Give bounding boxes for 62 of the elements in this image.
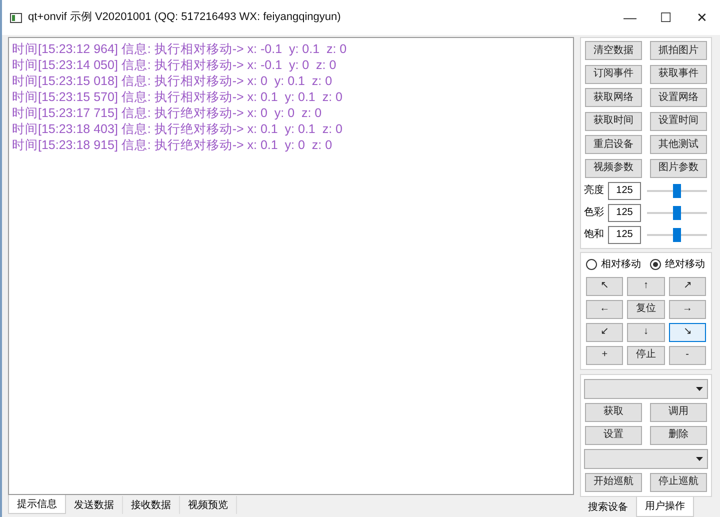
log-line: 时间[15:23:15 570] 信息: 执行相对移动-> x: 0.1 y: 0.1 z: 0 bbox=[12, 89, 344, 105]
action-button[interactable]: 重启设备 bbox=[585, 135, 642, 154]
ptz-button[interactable]: ↙ bbox=[586, 322, 624, 342]
action-button[interactable]: 停止巡航 bbox=[650, 472, 707, 492]
ptz-button[interactable]: 停止 bbox=[627, 346, 665, 364]
slider[interactable] bbox=[647, 206, 707, 220]
tab[interactable]: 用户操作 bbox=[636, 496, 694, 516]
radio-label: 绝对移动 bbox=[665, 258, 705, 272]
action-button[interactable]: 设置 bbox=[585, 426, 642, 444]
action-button[interactable]: 清空数据 bbox=[585, 41, 642, 60]
slider-label: 色彩 bbox=[584, 206, 605, 220]
radio-button[interactable] bbox=[650, 259, 661, 270]
action-button[interactable]: 删除 bbox=[650, 426, 707, 444]
log-line: 时间[15:23:17 715] 信息: 执行绝对移动-> x: 0 y: 0 z: 0 bbox=[12, 105, 323, 121]
close-button[interactable]: ✕ bbox=[684, 2, 720, 32]
action-button[interactable]: 获取网络 bbox=[585, 88, 642, 107]
radio-label: 相对移动 bbox=[601, 258, 641, 272]
window-title: qt+onvif 示例 V20201001 (QQ: 517216493 WX: feiyangqingyun) bbox=[28, 10, 341, 26]
ptz-button[interactable]: ↓ bbox=[627, 322, 665, 342]
value-field[interactable]: 125 bbox=[608, 182, 641, 200]
ptz-button[interactable]: ← bbox=[586, 300, 624, 318]
value-field[interactable]: 125 bbox=[608, 204, 641, 222]
ptz-button[interactable]: → bbox=[668, 300, 706, 318]
action-button[interactable]: 设置网络 bbox=[650, 88, 707, 107]
action-button[interactable]: 订阅事件 bbox=[585, 64, 642, 84]
log-line: 时间[15:23:18 403] 信息: 执行绝对移动-> x: 0.1 y: 0.1 z: 0 bbox=[12, 121, 344, 137]
ptz-button[interactable]: + bbox=[586, 346, 624, 364]
action-button[interactable]: 获取 bbox=[585, 402, 642, 422]
log-line: 时间[15:23:15 018] 信息: 执行相对移动-> x: 0 y: 0.1 z: 0 bbox=[12, 73, 334, 89]
slider-thumb[interactable] bbox=[673, 184, 681, 198]
log-line: 时间[15:23:14 050] 信息: 执行相对移动-> x: -0.1 y: 0 z: 0 bbox=[12, 57, 338, 73]
ptz-button[interactable]: ↑ bbox=[627, 276, 665, 296]
slider[interactable] bbox=[647, 184, 707, 198]
value-field[interactable]: 125 bbox=[608, 226, 641, 244]
minimize-button[interactable]: — bbox=[612, 2, 648, 32]
action-button[interactable]: 获取时间 bbox=[585, 112, 642, 130]
action-button[interactable]: 调用 bbox=[650, 402, 707, 422]
log-line: 时间[15:23:12 964] 信息: 执行相对移动-> x: -0.1 y: 0.1 z: 0 bbox=[12, 41, 348, 57]
action-button[interactable]: 获取事件 bbox=[650, 64, 707, 84]
action-button[interactable]: 图片参数 bbox=[650, 158, 707, 178]
tab[interactable]: 提示信息 bbox=[8, 495, 66, 514]
action-button[interactable]: 抓拍图片 bbox=[650, 41, 707, 60]
app-icon bbox=[10, 12, 22, 24]
slider-label: 饱和 bbox=[584, 228, 605, 242]
action-button[interactable]: 其他测试 bbox=[650, 135, 707, 154]
action-button[interactable]: 开始巡航 bbox=[585, 472, 642, 492]
ptz-button[interactable]: ↗ bbox=[668, 276, 706, 296]
caret-icon bbox=[696, 456, 703, 460]
ptz-button[interactable]: ↖ bbox=[586, 276, 624, 296]
caret-icon bbox=[696, 386, 703, 390]
ptz-button[interactable]: - bbox=[668, 346, 706, 364]
maximize-button[interactable]: ☐ bbox=[648, 2, 684, 32]
action-button[interactable]: 视频参数 bbox=[585, 158, 642, 178]
log-line: 时间[15:23:18 915] 信息: 执行绝对移动-> x: 0.1 y: 0 z: 0 bbox=[12, 137, 334, 153]
ptz-button[interactable]: 复位 bbox=[627, 300, 665, 318]
radio-button[interactable] bbox=[586, 259, 597, 270]
slider-thumb[interactable] bbox=[673, 206, 681, 220]
action-button[interactable]: 设置时间 bbox=[650, 112, 707, 130]
slider-thumb[interactable] bbox=[673, 228, 681, 242]
slider-label: 亮度 bbox=[584, 184, 605, 198]
slider[interactable] bbox=[647, 228, 707, 242]
ptz-button[interactable]: ↘ bbox=[668, 322, 706, 342]
